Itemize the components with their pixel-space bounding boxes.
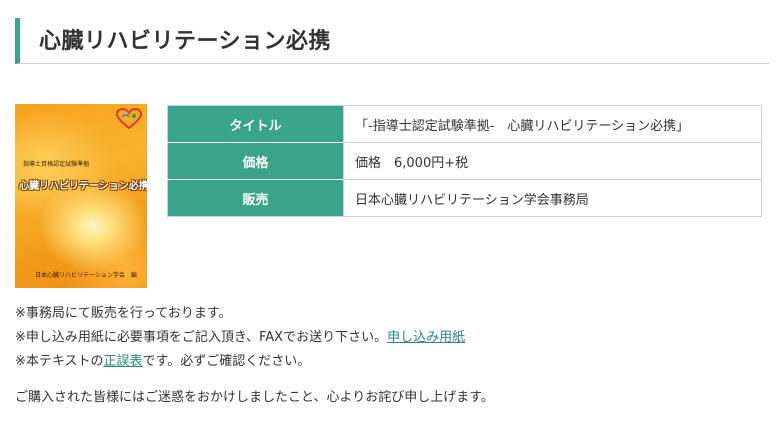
product-info-table: タイトル 「-指導士認定試験準拠- 心臓リハビリテーション必携」 価格 価格 6… — [167, 105, 762, 217]
book-cover-image: 指導士資格認定試験準拠 心臓リハビリテーション必携 日本心臓リハビリテーション学… — [15, 104, 147, 288]
table-row: タイトル 「-指導士認定試験準拠- 心臓リハビリテーション必携」 — [167, 105, 762, 143]
notes: ※事務局にて販売を行っております。 ※申し込み用紙に必要事項をご記入頂き、FAX… — [15, 302, 465, 374]
note-application-text: ※申し込み用紙に必要事項をご記入頂き、FAXでお送り下さい。 — [15, 330, 388, 345]
row-value-title: 「-指導士認定試験準拠- 心臓リハビリテーション必携」 — [343, 105, 762, 143]
note-application: ※申し込み用紙に必要事項をご記入頂き、FAXでお送り下さい。申し込み用紙 — [15, 326, 465, 350]
note-errata-suffix: です。必ずご確認ください。 — [142, 354, 311, 369]
book-main-title: 心臓リハビリテーション必携 — [19, 181, 147, 192]
application-form-link[interactable]: 申し込み用紙 — [387, 330, 465, 345]
row-value-price: 価格 6,000円+税 — [343, 142, 762, 180]
note-sales: ※事務局にて販売を行っております。 — [15, 302, 465, 326]
apology-text: ご購入された皆様にはご迷惑をおかけしましたこと、心よりお詫び申し上げます。 — [15, 390, 494, 405]
note-sales-text: ※事務局にて販売を行っております。 — [15, 306, 232, 321]
jacr-heart-logo-icon — [116, 108, 142, 130]
book-publisher: 日本心臓リハビリテーション学会 編 — [35, 272, 137, 279]
row-label-seller: 販売 — [167, 179, 344, 217]
row-label-price: 価格 — [167, 142, 344, 180]
table-row: 価格 価格 6,000円+税 — [167, 142, 762, 180]
row-label-title: タイトル — [167, 105, 344, 143]
note-errata-prefix: ※本テキストの — [15, 354, 104, 369]
table-row: 販売 日本心臓リハビリテーション学会事務局 — [167, 179, 762, 217]
book-small-title: 指導士資格認定試験準拠 — [23, 160, 90, 168]
note-errata: ※本テキストの正誤表です。必ずご確認ください。 — [15, 350, 465, 374]
errata-link[interactable]: 正誤表 — [104, 354, 143, 369]
page-title: 心臓リハビリテーション必携 — [39, 29, 332, 54]
row-value-seller: 日本心臓リハビリテーション学会事務局 — [343, 179, 762, 217]
page-header: 心臓リハビリテーション必携 — [15, 18, 769, 64]
